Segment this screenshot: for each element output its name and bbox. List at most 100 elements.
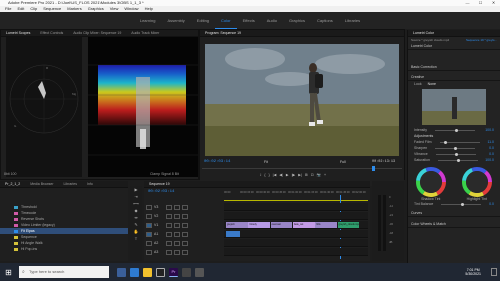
tint-balance-value[interactable]: 0.0 xyxy=(489,201,494,207)
tab-lumetri-color[interactable]: Lumetri Color xyxy=(408,30,439,36)
track-target-toggle[interactable] xyxy=(146,204,152,210)
track-lane[interactable] xyxy=(224,230,368,238)
track-target-toggle[interactable] xyxy=(146,240,152,246)
track-lane[interactable] xyxy=(224,248,368,256)
project-item[interactable]: Hi Pop-ins xyxy=(0,246,128,252)
store-icon[interactable] xyxy=(156,267,165,277)
timeline-clip[interactable]: Cloudy xyxy=(248,222,271,228)
tab-lumetri-scopes[interactable]: Lumetri Scopes xyxy=(1,30,35,36)
workspace-graphics[interactable]: Graphics xyxy=(283,12,311,29)
highlight-tint-wheel[interactable] xyxy=(462,167,492,197)
color-wheels-section[interactable]: Color Wheels & Match xyxy=(408,221,500,228)
shadow-tint-wheel[interactable] xyxy=(416,167,446,197)
tint-balance-slider[interactable] xyxy=(441,202,482,206)
adjustment-value[interactable]: 100.0 xyxy=(485,157,494,163)
premiere-pro-taskbar-icon[interactable]: Pr xyxy=(169,267,178,277)
tab-project[interactable]: Pr_2_1_2 xyxy=(0,181,25,187)
timeline-ruler[interactable]: 00:00 00:00:15:00 00:00:30:00 00:00:45:00 00… xyxy=(224,191,368,197)
sync-icon[interactable] xyxy=(174,222,180,228)
marker-button[interactable]: ⟟ xyxy=(260,173,261,177)
timeline-clip[interactable]: greyish_clouds.mp4 xyxy=(337,222,360,228)
timeline-clip[interactable]: greyish xyxy=(226,222,248,228)
timeline-clip[interactable]: hills xyxy=(315,222,338,228)
source-clip-label[interactable]: Source * greyish clouds.mp4 xyxy=(411,38,449,42)
file-explorer-icon[interactable] xyxy=(143,267,152,277)
audio-clip[interactable] xyxy=(226,231,240,237)
workspace-captions[interactable]: Captions xyxy=(311,12,339,29)
workspace-assembly[interactable]: Assembly xyxy=(161,12,190,29)
lock-icon[interactable] xyxy=(166,213,172,219)
ripple-edit-tool-icon[interactable]: ⟷ xyxy=(130,200,142,207)
mark-in-button[interactable]: { xyxy=(264,173,265,177)
export-frame-button[interactable]: 📷 xyxy=(317,173,321,177)
taskbar-search-input[interactable]: ⌕ Type here to search xyxy=(19,266,109,278)
eye-icon[interactable] xyxy=(182,240,188,246)
eye-icon[interactable] xyxy=(182,249,188,255)
clock[interactable]: 7:01 PM 5/30/2021 xyxy=(465,268,481,277)
eye-icon[interactable] xyxy=(182,231,188,237)
lock-icon[interactable] xyxy=(166,204,172,210)
track-target-toggle[interactable] xyxy=(146,231,152,237)
adjustment-slider[interactable] xyxy=(437,158,478,162)
look-preview-thumbnail[interactable]: ‹ xyxy=(422,89,486,125)
extract-button[interactable]: ⊡ xyxy=(311,173,314,177)
quality-dropdown[interactable]: Full xyxy=(340,160,346,164)
selection-tool-icon[interactable]: ▶ xyxy=(130,186,142,193)
intensity-slider[interactable] xyxy=(435,128,476,132)
add-button[interactable]: + xyxy=(324,173,326,177)
tab-effect-controls[interactable]: Effect Controls xyxy=(35,30,68,36)
play-button[interactable]: ▶ xyxy=(286,173,289,177)
slip-tool-icon[interactable]: ⇹ xyxy=(130,214,142,221)
sync-icon[interactable] xyxy=(174,213,180,219)
sync-icon[interactable] xyxy=(174,240,180,246)
basic-correction-section[interactable]: Basic Correction xyxy=(408,64,500,71)
work-area-bar[interactable] xyxy=(224,200,368,201)
track-name[interactable]: V2 xyxy=(154,214,164,218)
look-dropdown[interactable]: None xyxy=(428,81,436,87)
tab-program[interactable]: Program: Sequence 19 xyxy=(200,30,246,36)
timeline-clip[interactable]: overcast xyxy=(270,222,293,228)
app-icon[interactable] xyxy=(182,267,191,277)
eye-icon[interactable] xyxy=(182,204,188,210)
sync-icon[interactable] xyxy=(174,249,180,255)
program-timecode[interactable]: 00:02:03:14 xyxy=(204,160,230,164)
type-tool-icon[interactable]: T xyxy=(130,235,142,242)
windows-start-icon[interactable]: ⊞ xyxy=(4,268,13,277)
workspace-learning[interactable]: Learning xyxy=(134,12,162,29)
timeline-clip[interactable]: fade_out xyxy=(293,222,315,228)
step-back-button[interactable]: ◀| xyxy=(279,173,283,177)
track-name[interactable]: V3 xyxy=(154,205,164,209)
track-name[interactable]: V1 xyxy=(154,223,164,227)
workspace-effects[interactable]: Effects xyxy=(237,12,261,29)
step-forward-button[interactable]: |▶ xyxy=(292,173,296,177)
tab-info[interactable]: Info xyxy=(82,181,98,187)
eye-icon[interactable] xyxy=(182,213,188,219)
track-select-tool-icon[interactable]: ⇥ xyxy=(130,193,142,200)
track-lane[interactable] xyxy=(224,239,368,247)
sync-icon[interactable] xyxy=(174,231,180,237)
hand-tool-icon[interactable]: ✋ xyxy=(130,228,142,235)
razor-tool-icon[interactable]: ◆ xyxy=(130,207,142,214)
program-playhead[interactable] xyxy=(372,166,375,171)
adjustment-slider[interactable] xyxy=(435,146,476,150)
app-icon-2[interactable] xyxy=(195,267,204,277)
adjustment-slider[interactable] xyxy=(435,152,476,156)
track-name[interactable]: A3 xyxy=(154,250,164,254)
tab-audio-track-mixer[interactable]: Audio Track Mixer xyxy=(126,30,164,36)
lock-icon[interactable] xyxy=(166,240,172,246)
fit-dropdown[interactable]: Fit xyxy=(264,160,268,164)
workspace-audio[interactable]: Audio xyxy=(261,12,283,29)
pen-tool-icon[interactable]: ✎ xyxy=(130,221,142,228)
notification-icon[interactable] xyxy=(491,268,497,276)
lift-button[interactable]: ⊞ xyxy=(305,173,308,177)
workspace-libraries[interactable]: Libraries xyxy=(339,12,366,29)
lock-icon[interactable] xyxy=(166,231,172,237)
lock-icon[interactable] xyxy=(166,249,172,255)
track-target-toggle[interactable] xyxy=(146,249,152,255)
workspace-color[interactable]: Color xyxy=(215,13,237,29)
track-lane[interactable] xyxy=(224,212,368,220)
curves-section[interactable]: Curves xyxy=(408,210,500,217)
creative-section[interactable]: Creative xyxy=(408,74,500,81)
tab-audio-clip-mixer[interactable]: Audio Clip Mixer: Sequence 19 xyxy=(68,30,126,36)
eye-icon[interactable] xyxy=(182,222,188,228)
